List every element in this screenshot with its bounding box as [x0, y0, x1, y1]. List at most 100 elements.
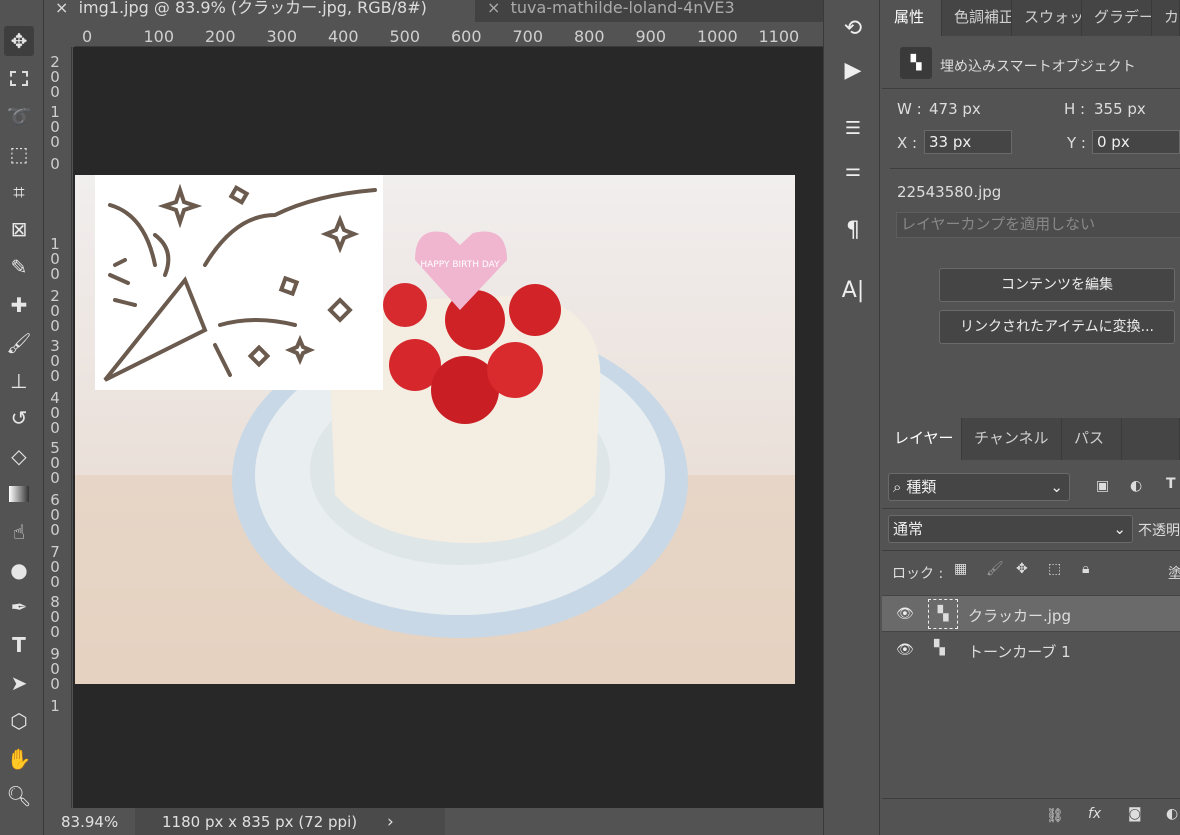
tab-channels[interactable]: チャンネル — [962, 418, 1062, 460]
vertical-ruler[interactable]: 200 100 0 100 200 300 400 500 600 700 800 900 1 — [45, 47, 72, 808]
blend-mode-value: 通常 — [893, 520, 924, 538]
document-tabs: × img1.jpg @ 83.9% (クラッカー.jpg, RGB/8#) ×… — [45, 0, 823, 22]
height-label: H : — [1064, 100, 1086, 118]
brush-settings-icon[interactable]: ☰ — [838, 118, 868, 139]
tab-swatches[interactable]: スウォッチ — [1012, 0, 1082, 36]
ruler-tick-label: 800 — [574, 27, 605, 46]
status-bar: 83.94% 1180 px x 835 px (72 ppi) › — [45, 808, 825, 835]
eyedropper-tool-icon[interactable]: ✎ — [4, 252, 34, 282]
frame-tool-icon[interactable]: ⊠ — [4, 214, 34, 244]
ruler-tick-label: 400 — [50, 389, 60, 437]
edit-contents-button[interactable]: コンテンツを編集 — [939, 268, 1175, 302]
ruler-tick-label: 400 — [328, 27, 359, 46]
ruler-tick-label: 200 — [205, 27, 236, 46]
layer-name[interactable]: トーンカーブ 1 — [968, 641, 1071, 662]
type-filter-icon[interactable]: T — [1166, 476, 1176, 492]
panel-icon-strip: ⟲ ▶ ☰ ⚌ ¶ A| — [823, 0, 880, 835]
tab-empty — [1122, 418, 1180, 460]
ruler-tick-label: 500 — [389, 27, 421, 46]
link-layers-icon[interactable]: ⛓ — [1046, 808, 1064, 824]
stamp-tool-icon[interactable]: ⊥ — [4, 366, 34, 396]
ruler-tick-label: 800 — [50, 593, 60, 641]
shape-tool-icon[interactable]: ⬡ — [4, 706, 34, 736]
paragraph-icon[interactable]: ¶ — [838, 218, 868, 243]
smudge-tool-icon[interactable]: ☝ — [4, 517, 34, 547]
crop-tool-icon[interactable]: ⌗ — [4, 177, 34, 207]
object-select-tool-icon[interactable]: ⬚ — [4, 139, 34, 169]
lock-artboard-icon[interactable]: ⬚ — [1048, 561, 1061, 577]
visibility-eye-icon[interactable]: 👁︎ — [896, 642, 914, 658]
dodge-tool-icon[interactable]: ● — [4, 555, 34, 585]
smart-object-icon: ▚ — [900, 47, 932, 79]
brush-tool-icon[interactable]: 🖌 — [4, 328, 34, 358]
tab-gradients[interactable]: グラデー — [1082, 0, 1152, 36]
gradient-tool-icon[interactable] — [4, 479, 34, 509]
cake-topper-text: HAPPY BIRTH DAY — [420, 260, 500, 270]
fx-button[interactable]: fx — [1088, 806, 1101, 822]
add-mask-icon[interactable]: ◙ — [1128, 806, 1142, 822]
image-filter-icon[interactable]: ▣ — [1096, 478, 1109, 494]
ruler-tick-label: 900 — [635, 27, 667, 46]
move-tool-icon[interactable]: ✥ — [4, 26, 34, 56]
smart-object-thumbnail-icon: ▚ — [928, 599, 958, 629]
linked-filename: 22543580.jpg — [897, 183, 1002, 201]
lock-transparency-icon[interactable]: ▦ — [954, 561, 967, 577]
zoom-tool-icon[interactable]: 🔍︎ — [4, 781, 34, 811]
type-tool-icon[interactable]: T — [4, 630, 34, 660]
width-value: 473 px — [929, 100, 981, 118]
tab-tuva[interactable]: × tuva-mathilde-loland-4nVE3 — [477, 0, 777, 22]
layer-row[interactable]: 👁︎ ▚ トーンカーブ 1 — [882, 631, 1180, 667]
tab-img1[interactable]: × img1.jpg @ 83.9% (クラッカー.jpg, RGB/8#) — [45, 0, 475, 22]
tab-layers[interactable]: レイヤー — [882, 418, 962, 460]
marquee-tool-icon[interactable] — [4, 63, 34, 93]
character-icon[interactable]: A| — [838, 278, 868, 303]
ruler-tick-label: 700 — [512, 27, 544, 46]
actions-play-icon[interactable]: ▶ — [838, 58, 868, 83]
tab-label: img1.jpg @ 83.9% (クラッカー.jpg, RGB/8#) — [78, 0, 427, 17]
lock-pixels-icon[interactable]: 🖌︎ — [986, 561, 1004, 577]
ruler-tick-label: 100 — [50, 103, 60, 151]
cracker-layer-image[interactable] — [95, 175, 383, 390]
tab-more[interactable]: カ — [1152, 0, 1180, 36]
visibility-eye-icon[interactable]: 👁︎ — [896, 606, 914, 622]
layer-filter-select[interactable]: ⌕ 種類 ⌄ — [888, 473, 1070, 501]
convert-linked-button[interactable]: リンクされたアイテムに変換... — [939, 310, 1175, 344]
close-tab-icon[interactable]: × — [487, 0, 500, 17]
history-panel-icon[interactable]: ⟲ — [838, 16, 868, 41]
tools-panel: ✥ ➰ ⬚ ⌗ ⊠ ✎ ✚ 🖌 ⊥ ↺ ◇ ☝ ● ✒ T ➤ ⬡ ✋ 🔍︎ — [0, 0, 44, 835]
path-select-tool-icon[interactable]: ➤ — [4, 668, 34, 698]
ruler-tick-label: 200 — [50, 287, 60, 335]
pen-tool-icon[interactable]: ✒ — [4, 592, 34, 622]
status-menu-arrow[interactable]: › — [387, 812, 394, 832]
blend-mode-select[interactable]: 通常 ⌄ — [888, 515, 1133, 543]
ruler-tick-label: 1100 — [758, 27, 800, 46]
tab-properties[interactable]: 属性 — [882, 0, 942, 36]
healing-tool-icon[interactable]: ✚ — [4, 290, 34, 320]
ruler-tick-label: 100 — [143, 27, 175, 46]
ruler-tick-label: 1 — [50, 697, 60, 715]
hand-tool-icon[interactable]: ✋ — [4, 744, 34, 774]
adjustment-layer-icon[interactable]: ◐ — [1166, 806, 1178, 822]
ruler-tick-label: 0 — [82, 27, 93, 46]
eraser-tool-icon[interactable]: ◇ — [4, 441, 34, 471]
horizontal-ruler[interactable]: 0 100 200 300 400 500 600 700 800 900 1000 1100 — [75, 22, 823, 47]
close-tab-icon[interactable]: × — [55, 0, 68, 17]
lock-all-icon[interactable]: 🔒︎ — [1082, 561, 1089, 577]
layer-name[interactable]: クラッカー.jpg — [968, 605, 1071, 626]
ruler-tick-label: 100 — [50, 235, 60, 283]
lasso-tool-icon[interactable]: ➰ — [4, 101, 34, 131]
lock-position-icon[interactable]: ✥ — [1016, 561, 1028, 577]
adjustment-sliders-icon[interactable]: ⚌ — [838, 160, 868, 181]
tab-paths[interactable]: パス — [1062, 418, 1122, 460]
ruler-tick-label: 1000 — [697, 27, 738, 46]
adjustment-filter-icon[interactable]: ◐ — [1130, 478, 1142, 494]
layer-comp-select[interactable]: レイヤーカンプを適用しない — [896, 212, 1180, 238]
layer-row[interactable]: 👁︎ ▚ クラッカー.jpg — [882, 595, 1180, 631]
x-input[interactable]: 33 px — [924, 130, 1012, 154]
width-label: W : — [897, 100, 922, 118]
tab-adjustments[interactable]: 色調補正 — [942, 0, 1012, 36]
history-brush-tool-icon[interactable]: ↺ — [4, 403, 34, 433]
zoom-level[interactable]: 83.94% — [61, 813, 118, 831]
lock-label: ロック : — [892, 566, 944, 582]
y-input[interactable]: 0 px — [1092, 130, 1180, 154]
